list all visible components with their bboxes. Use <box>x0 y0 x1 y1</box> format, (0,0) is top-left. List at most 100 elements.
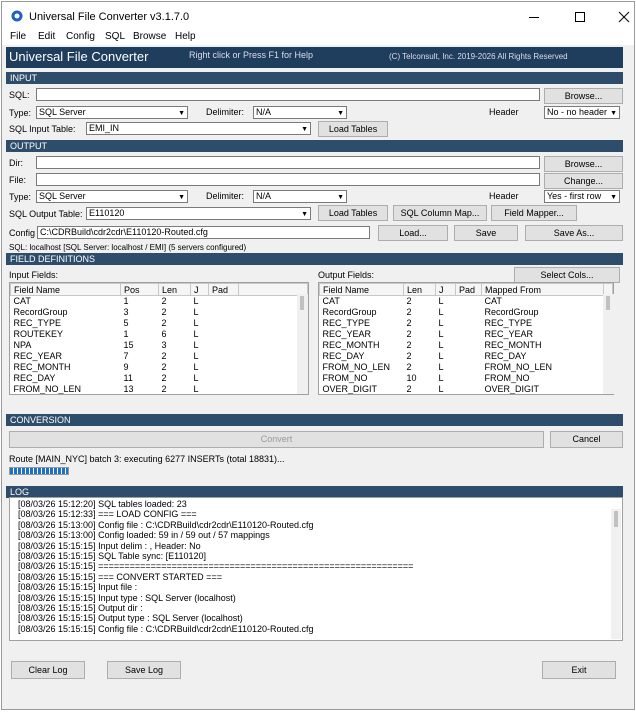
output-delimiter-select[interactable]: N/A ▼ <box>253 190 347 203</box>
log-line: [08/03/26 15:12:20] SQL tables loaded: 2… <box>18 499 187 509</box>
field-mapper-button[interactable]: Field Mapper... <box>491 205 577 221</box>
config-save-button[interactable]: Save <box>454 225 518 241</box>
input-type-select[interactable]: SQL Server ▼ <box>36 106 188 119</box>
chevron-down-icon: ▼ <box>301 211 308 218</box>
output-file-input[interactable] <box>36 173 540 186</box>
output-field-row[interactable]: REC_DAY 2 L REC_DAY <box>320 351 613 362</box>
input-field-cell: 2 <box>161 373 167 383</box>
output-col-field-name[interactable]: Field Name <box>319 283 404 296</box>
output-col-pad[interactable]: Pad <box>455 283 482 296</box>
input-field-cell: L <box>193 351 199 361</box>
menu-sql[interactable]: SQL <box>105 31 125 42</box>
clear-log-button[interactable]: Clear Log <box>11 661 85 679</box>
output-field-cell <box>456 296 482 307</box>
output-field-row[interactable]: OVER_DIGIT 2 L OVER_DIGIT <box>320 384 613 394</box>
input-load-tables-button[interactable]: Load Tables <box>318 121 388 137</box>
config-file-input[interactable]: C:\CDRBuild\cdr2cdr\E110120-Routed.cfg <box>37 226 370 239</box>
menu-config[interactable]: Config <box>66 31 95 42</box>
input-field-cell: 2 <box>161 362 167 372</box>
select-cols-button[interactable]: Select Cols... <box>514 267 620 283</box>
input-delimiter-value: N/A <box>256 107 272 117</box>
output-field-row[interactable]: REC_YEAR 2 L REC_YEAR <box>320 329 613 340</box>
app-name: Universal File Converter <box>9 49 149 64</box>
input-field-row[interactable]: REC_DAY 11 2 L <box>11 373 308 384</box>
input-col-pad[interactable]: Pad <box>208 283 239 296</box>
output-field-cell: L <box>438 373 444 383</box>
app-icon <box>11 10 23 22</box>
sql-output-table-value: E110120 <box>89 208 125 218</box>
output-field-row[interactable]: CAT 2 L CAT <box>320 296 613 307</box>
input-field-row[interactable]: REC_YEAR 7 2 L <box>11 351 308 362</box>
input-field-cell <box>209 351 239 362</box>
exit-button[interactable]: Exit <box>542 661 616 679</box>
menu-browse[interactable]: Browse <box>133 31 166 42</box>
output-col-mapped-from[interactable]: Mapped From <box>481 283 604 296</box>
log-line: [08/03/26 15:12:33] === LOAD CONFIG === <box>18 509 197 520</box>
menu-help[interactable]: Help <box>175 31 196 42</box>
input-header-select[interactable]: No - no header ▼ <box>544 106 620 119</box>
input-field-row[interactable]: NPA 15 3 L <box>11 340 308 351</box>
maximize-icon[interactable] <box>574 11 586 23</box>
output-field-cell: 2 <box>406 384 412 394</box>
output-change-button[interactable]: Change... <box>544 173 623 189</box>
output-dir-input[interactable] <box>36 156 540 169</box>
scroll-thumb[interactable] <box>300 296 304 310</box>
sql-input-table-select[interactable]: EMI_IN ▼ <box>86 122 311 135</box>
sql-column-map-button[interactable]: SQL Column Map... <box>393 205 487 221</box>
input-field-row[interactable]: RecordGroup 3 2 L <box>11 307 308 318</box>
output-browse-button[interactable]: Browse... <box>544 156 623 172</box>
save-log-button[interactable]: Save Log <box>107 661 181 679</box>
input-header-label: Header <box>489 107 519 117</box>
output-field-row[interactable]: REC_MONTH 2 L REC_MONTH <box>320 340 613 351</box>
output-type-select[interactable]: SQL Server ▼ <box>36 190 188 203</box>
output-field-row[interactable]: FROM_NO 10 L FROM_NO <box>320 373 613 384</box>
sql-input[interactable] <box>36 88 540 101</box>
input-field-row[interactable]: REC_TYPE 5 2 L <box>11 318 308 329</box>
output-field-cell: FROM_NO <box>322 373 368 383</box>
scroll-thumb[interactable] <box>614 511 618 527</box>
output-field-cell: FROM_NO <box>484 373 530 383</box>
log-scrollbar[interactable] <box>611 509 621 639</box>
input-col-pos[interactable]: Pos <box>120 283 159 296</box>
output-col-j[interactable]: J <box>435 283 456 296</box>
input-delimiter-select[interactable]: N/A ▼ <box>253 106 347 119</box>
input-col-j[interactable]: J <box>190 283 209 296</box>
input-field-row[interactable]: REC_MONTH 9 2 L <box>11 362 308 373</box>
input-col-field-name[interactable]: Field Name <box>10 283 121 296</box>
input-browse-button[interactable]: Browse... <box>544 88 623 104</box>
input-field-cell: 2 <box>161 318 167 328</box>
menu-file[interactable]: File <box>10 31 26 42</box>
input-field-cell: 5 <box>123 318 129 328</box>
output-col-len[interactable]: Len <box>403 283 436 296</box>
sql-output-table-select[interactable]: E110120 ▼ <box>86 207 311 220</box>
log-textbox[interactable]: [08/03/26 15:12:20] SQL tables loaded: 2… <box>9 497 623 641</box>
output-field-cell: 2 <box>406 318 412 328</box>
input-field-cell: L <box>193 296 199 307</box>
output-type-value: SQL Server <box>39 191 86 201</box>
output-fields-scrollbar[interactable] <box>603 294 614 394</box>
output-field-cell: 2 <box>406 362 412 372</box>
output-fields-label: Output Fields: <box>318 270 375 280</box>
input-field-row[interactable]: CAT 1 2 L <box>11 296 308 307</box>
input-col-len[interactable]: Len <box>158 283 191 296</box>
output-header-select[interactable]: Yes - first row ▼ <box>544 190 620 203</box>
output-load-tables-button[interactable]: Load Tables <box>318 205 388 221</box>
input-fields-scrollbar[interactable] <box>297 294 308 394</box>
output-field-cell <box>456 351 482 362</box>
cancel-button[interactable]: Cancel <box>550 431 623 448</box>
config-save-as-button[interactable]: Save As... <box>525 225 623 241</box>
output-field-row[interactable]: RecordGroup 2 L RecordGroup <box>320 307 613 318</box>
output-field-row[interactable]: REC_TYPE 2 L REC_TYPE <box>320 318 613 329</box>
input-field-cell: REC_MONTH <box>13 362 71 372</box>
output-field-cell: CAT <box>322 296 340 307</box>
menu-edit[interactable]: Edit <box>38 31 55 42</box>
input-field-row[interactable]: FROM_NO_LEN 13 2 L <box>11 384 308 394</box>
output-field-row[interactable]: FROM_NO_LEN 2 L FROM_NO_LEN <box>320 362 613 373</box>
input-field-row[interactable]: ROUTEKEY 1 6 L <box>11 329 308 340</box>
minimize-icon[interactable] <box>528 11 540 23</box>
close-icon[interactable] <box>618 11 630 23</box>
conversion-status: Route [MAIN_NYC] batch 3: executing 6277… <box>9 454 285 464</box>
convert-button[interactable]: Convert <box>9 431 544 448</box>
scroll-thumb[interactable] <box>606 296 610 310</box>
config-load-button[interactable]: Load... <box>378 225 448 241</box>
